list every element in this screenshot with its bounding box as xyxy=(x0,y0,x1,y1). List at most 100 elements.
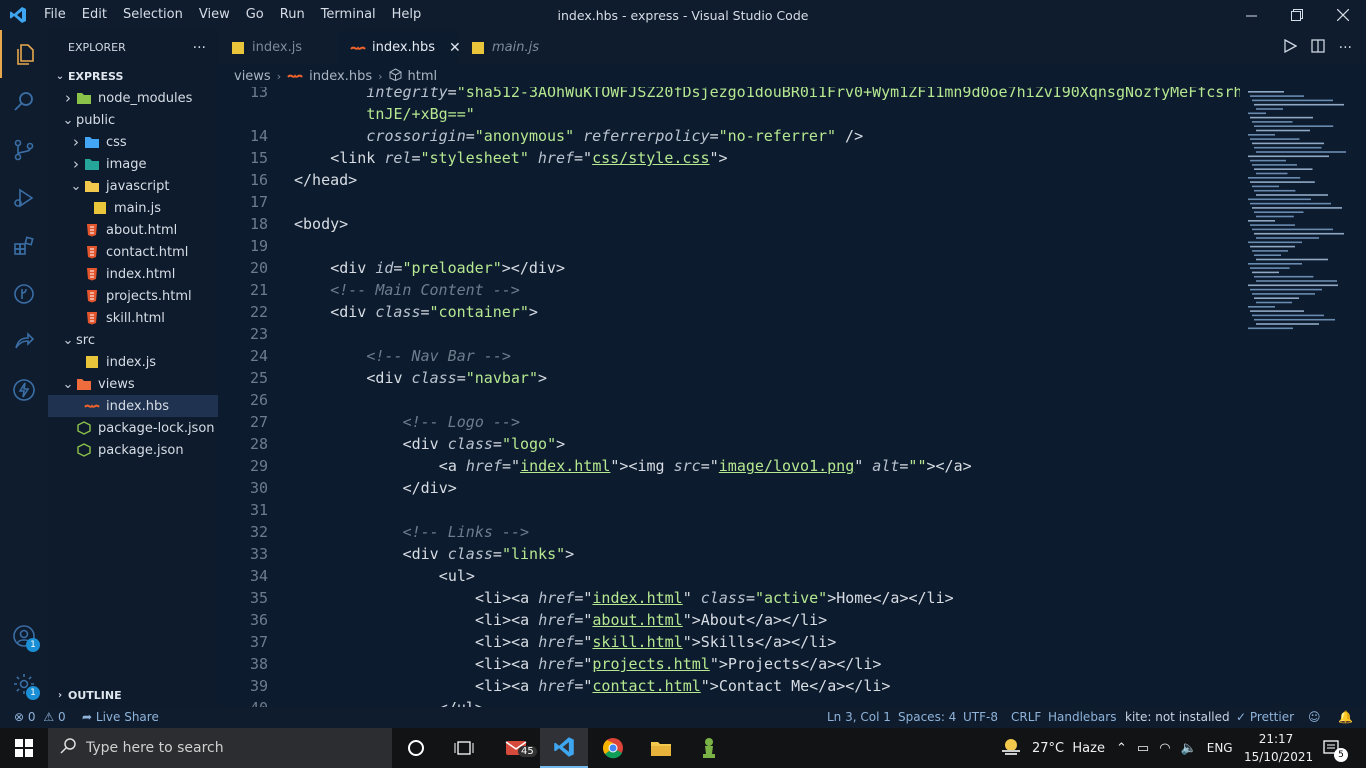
js-file-icon xyxy=(230,40,246,56)
tree-item-index-html[interactable]: index.html xyxy=(48,263,218,285)
taskbar-search[interactable]: Type here to search xyxy=(48,728,392,768)
breadcrumb-symbol[interactable]: html xyxy=(408,69,438,84)
breadcrumb-views[interactable]: views xyxy=(234,69,271,84)
menu-edit[interactable]: Edit xyxy=(74,0,115,30)
tree-item-index-js[interactable]: index.js xyxy=(48,351,218,373)
lightning-icon[interactable] xyxy=(0,366,48,414)
menu-run[interactable]: Run xyxy=(272,0,313,30)
tree-item-contact-html[interactable]: contact.html xyxy=(48,241,218,263)
line-number: 39 xyxy=(249,677,268,695)
menu-terminal[interactable]: Terminal xyxy=(313,0,384,30)
input-language[interactable]: ENG xyxy=(1207,741,1233,755)
problems-indicator[interactable]: ⊗ 0 ⚠ 0 xyxy=(14,707,66,728)
tree-item-image[interactable]: › image xyxy=(48,153,218,175)
source-control-icon[interactable] xyxy=(0,126,48,174)
clock[interactable]: 21:17 15/10/2021 xyxy=(1244,730,1313,766)
indentation[interactable]: Spaces: 4 xyxy=(898,707,956,728)
tree-item-javascript[interactable]: ⌄ javascript xyxy=(48,175,218,197)
token-str: "links" xyxy=(501,545,566,563)
code-editor[interactable]: 13 integrity="sha512-3AOhWuKTOWFJSZ20fDsj… xyxy=(218,87,1240,707)
kite-status[interactable]: kite: not installed xyxy=(1125,707,1230,728)
weather-widget[interactable]: 27°C Haze xyxy=(1000,728,1105,768)
minimap-line xyxy=(1256,258,1328,261)
chess-app-icon[interactable] xyxy=(685,728,733,768)
tab-index-js[interactable]: index.js xyxy=(218,30,338,65)
minimap-line xyxy=(1254,168,1313,170)
wifi-icon[interactable]: ◠ xyxy=(1159,741,1170,756)
language-mode[interactable]: Handlebars xyxy=(1048,707,1116,728)
tree-item-projects-html[interactable]: projects.html xyxy=(48,285,218,307)
live-share-icon[interactable] xyxy=(0,318,48,366)
menu-view[interactable]: View xyxy=(191,0,238,30)
tree-item-label: index.hbs xyxy=(106,398,169,414)
tree-item-skill-html[interactable]: skill.html xyxy=(48,307,218,329)
prettier-status[interactable]: ✓ Prettier xyxy=(1236,707,1294,728)
live-share-status[interactable]: ➦ Live Share xyxy=(82,707,159,728)
action-center-icon[interactable]: 5 xyxy=(1322,728,1348,768)
cortana-icon[interactable] xyxy=(392,728,440,768)
workspace-root[interactable]: ⌄ EXPRESS xyxy=(48,65,218,87)
search-icon[interactable] xyxy=(0,78,48,126)
tree-item-label: javascript xyxy=(106,178,170,194)
more-actions-icon[interactable]: ··· xyxy=(193,40,206,56)
menu-go[interactable]: Go xyxy=(238,0,272,30)
task-view-icon[interactable] xyxy=(440,728,488,768)
more-actions-icon[interactable]: ··· xyxy=(1339,40,1352,56)
minimize-button[interactable] xyxy=(1228,0,1274,30)
vscode-taskbar-icon[interactable] xyxy=(540,728,588,768)
split-editor-icon[interactable] xyxy=(1310,38,1325,57)
notifications-bell-icon[interactable]: 🔔 xyxy=(1338,707,1353,728)
minimap-line xyxy=(1256,215,1294,218)
mail-app-icon[interactable]: 45 xyxy=(492,728,540,768)
minimap[interactable] xyxy=(1240,87,1352,707)
token-str: "" xyxy=(908,457,927,475)
outline-section[interactable]: › OUTLINE xyxy=(48,684,218,706)
minimap-line xyxy=(1252,99,1333,102)
settings-gear-icon[interactable]: 1 xyxy=(0,660,48,708)
tab-main-js[interactable]: main.js xyxy=(458,30,578,65)
tree-item-public[interactable]: ⌄ public xyxy=(48,109,218,131)
token-tag: <li><a xyxy=(475,655,539,673)
file-explorer-icon[interactable] xyxy=(637,728,685,768)
code-text: <li><a href="about.html">About</a></li> xyxy=(475,609,827,631)
tree-item-src[interactable]: ⌄ src xyxy=(48,329,218,351)
extensions-icon[interactable] xyxy=(0,222,48,270)
menu-help[interactable]: Help xyxy=(384,0,430,30)
chrome-icon[interactable] xyxy=(589,728,637,768)
run-debug-icon[interactable] xyxy=(0,174,48,222)
explorer-icon[interactable] xyxy=(0,30,48,78)
chevron-up-icon[interactable]: ⌃ xyxy=(1116,741,1127,756)
tree-item-main-js[interactable]: main.js xyxy=(48,197,218,219)
tree-item-views[interactable]: ⌄ views xyxy=(48,373,218,395)
line-ending[interactable]: CRLF xyxy=(1011,707,1041,728)
tree-item-css[interactable]: › css xyxy=(48,131,218,153)
cursor-position[interactable]: Ln 3, Col 1 xyxy=(827,707,891,728)
breadcrumb-file[interactable]: index.hbs xyxy=(309,69,372,84)
code-line: 15 <link rel="stylesheet" href="css/style… xyxy=(218,147,1240,169)
line-number: 30 xyxy=(249,479,268,497)
tab-index-hbs[interactable]: index.hbs ✕ xyxy=(338,30,461,65)
editor-scrollbar[interactable] xyxy=(1352,87,1366,707)
accounts-icon[interactable]: 1 xyxy=(0,612,48,660)
token-attr: src xyxy=(673,457,701,475)
menu-selection[interactable]: Selection xyxy=(115,0,191,30)
line-number: 31 xyxy=(249,501,268,519)
token-tag: ></div> xyxy=(501,259,565,277)
html-file-icon xyxy=(84,222,100,238)
feedback-icon[interactable]: ☺ xyxy=(1308,707,1321,728)
restore-button[interactable] xyxy=(1274,0,1320,30)
tree-item-about-html[interactable]: about.html xyxy=(48,219,218,241)
tree-item-index-hbs[interactable]: index.hbs xyxy=(48,395,218,417)
close-window-button[interactable] xyxy=(1320,0,1366,30)
tree-item-package-lock-json[interactable]: package-lock.json xyxy=(48,417,218,439)
encoding[interactable]: UTF-8 xyxy=(963,707,998,728)
tree-item-node-modules[interactable]: › node_modules xyxy=(48,87,218,109)
run-file-icon[interactable] xyxy=(1283,38,1297,57)
tree-item-package-json[interactable]: package.json xyxy=(48,439,218,461)
remote-explorer-icon[interactable] xyxy=(0,270,48,318)
menu-file[interactable]: File xyxy=(36,0,74,30)
volume-icon[interactable]: 🔈 xyxy=(1181,741,1197,756)
network-icon[interactable]: ▭ xyxy=(1137,741,1149,756)
windows-start-icon[interactable] xyxy=(0,728,48,768)
title-bar: File Edit Selection View Go Run Terminal… xyxy=(0,0,1366,30)
